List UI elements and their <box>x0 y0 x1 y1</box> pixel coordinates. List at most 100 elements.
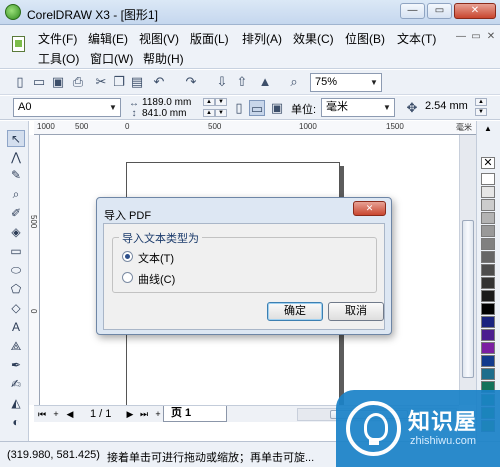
palette-scroll-up-icon[interactable]: ▲ <box>481 125 495 133</box>
ruler-tick-label: 1500 <box>386 122 404 131</box>
outline-tool-icon[interactable]: ✍ <box>7 376 25 393</box>
menu-bitmaps[interactable]: 位图(B) <box>345 30 385 47</box>
close-button[interactable]: ✕ <box>454 3 496 19</box>
menu-file[interactable]: 文件(F) <box>38 30 77 47</box>
page-height-field[interactable]: 841.0 mm <box>142 108 186 119</box>
shape-tool-icon[interactable]: ⋀ <box>7 149 25 166</box>
color-swatch[interactable] <box>481 264 495 276</box>
menu-text[interactable]: 文本(T) <box>397 30 436 47</box>
smart-fill-tool-icon[interactable]: ◈ <box>7 224 25 241</box>
height-spin-up[interactable]: ▲ <box>203 109 215 117</box>
radio-text[interactable] <box>122 251 133 262</box>
add-page-before-button[interactable]: + <box>50 408 62 420</box>
menu-view[interactable]: 视图(V) <box>139 30 179 47</box>
radio-curves[interactable] <box>122 272 133 283</box>
copy-icon[interactable]: ❐ <box>111 74 127 90</box>
color-swatch[interactable] <box>481 225 495 237</box>
color-swatch[interactable] <box>481 342 495 354</box>
tab-page-1[interactable]: 页 1 <box>163 406 227 422</box>
print-icon[interactable]: ⎙ <box>70 74 86 90</box>
crop-tool-icon[interactable]: ✎ <box>7 167 25 184</box>
color-swatch[interactable] <box>481 290 495 302</box>
interactive-blend-tool-icon[interactable]: ⟁ <box>7 338 25 355</box>
color-swatch[interactable] <box>481 329 495 341</box>
doc-close-button[interactable]: ✕ <box>485 31 497 43</box>
first-page-button[interactable]: ⏮ <box>36 408 48 420</box>
cancel-button[interactable]: 取消 <box>328 302 384 321</box>
width-spin-down[interactable]: ▼ <box>215 98 227 106</box>
text-tool-icon[interactable]: A <box>7 319 25 336</box>
minimize-button[interactable]: — <box>400 3 425 19</box>
color-swatch[interactable] <box>481 303 495 315</box>
doc-minimize-button[interactable]: — <box>455 31 467 43</box>
landscape-icon[interactable]: ▭ <box>249 100 265 116</box>
eyedropper-tool-icon[interactable]: ✒ <box>7 357 25 374</box>
height-spin-down[interactable]: ▼ <box>215 109 227 117</box>
last-page-button[interactable]: ⏭ <box>138 408 150 420</box>
nudge-field[interactable]: 2.54 mm <box>421 98 473 117</box>
color-swatch[interactable] <box>481 355 495 367</box>
freehand-tool-icon[interactable]: ✐ <box>7 205 25 222</box>
undo-icon[interactable]: ↶ <box>151 74 167 90</box>
all-pages-icon[interactable]: ▣ <box>269 100 285 116</box>
color-swatch[interactable] <box>481 238 495 250</box>
import-icon[interactable]: ⇩ <box>214 74 230 90</box>
cut-icon[interactable]: ✂ <box>93 74 109 90</box>
dialog-close-button[interactable]: ✕ <box>353 201 386 216</box>
maximize-button[interactable]: ▭ <box>427 3 452 19</box>
new-icon[interactable]: ▯ <box>12 74 28 90</box>
page-width-field[interactable]: 1189.0 mm <box>142 97 191 108</box>
nudge-spin-up[interactable]: ▲ <box>475 98 487 106</box>
paste-icon[interactable]: ▤ <box>129 74 145 90</box>
rectangle-tool-icon[interactable]: ▭ <box>7 243 25 260</box>
radio-curves-label[interactable]: 曲线(C) <box>138 271 175 287</box>
color-swatch[interactable] <box>481 186 495 198</box>
menu-window[interactable]: 窗口(W) <box>90 50 133 67</box>
menu-effects[interactable]: 效果(C) <box>293 30 334 47</box>
ok-button[interactable]: 确定 <box>267 302 323 321</box>
vertical-scrollbar[interactable] <box>459 135 476 405</box>
pick-tool-icon[interactable]: ↖ <box>7 130 25 147</box>
vertical-scrollbar-thumb[interactable] <box>462 220 474 378</box>
color-swatch[interactable] <box>481 212 495 224</box>
color-swatch[interactable] <box>481 251 495 263</box>
launcher-icon[interactable]: ▲ <box>257 74 273 90</box>
vertical-ruler[interactable]: 500 0 <box>29 135 40 405</box>
units-combo[interactable]: 毫米 ▼ <box>321 98 395 117</box>
previous-page-button[interactable]: ◀ <box>64 408 76 420</box>
ruler-tick-label: 500 <box>29 215 38 229</box>
doc-restore-button[interactable]: ▭ <box>470 31 482 43</box>
watermark-subtitle: zhishiwu.com <box>410 435 477 447</box>
zoom-tool-icon[interactable]: ⌕ <box>7 186 25 203</box>
save-icon[interactable]: ▣ <box>50 74 66 90</box>
zoom-level-combo[interactable]: 75% ▼ <box>310 73 382 92</box>
zoom-icon[interactable]: ⌕ <box>286 74 302 90</box>
width-spin-up[interactable]: ▲ <box>203 98 215 106</box>
color-swatch[interactable] <box>481 316 495 328</box>
basic-shapes-tool-icon[interactable]: ◇ <box>7 300 25 317</box>
menu-edit[interactable]: 编辑(E) <box>88 30 128 47</box>
color-swatch[interactable] <box>481 368 495 380</box>
radio-text-label[interactable]: 文本(T) <box>138 250 174 266</box>
interactive-fill-tool-icon[interactable]: ◐ <box>7 414 25 431</box>
nudge-spin-down[interactable]: ▼ <box>475 108 487 116</box>
color-swatch[interactable] <box>481 199 495 211</box>
next-page-button[interactable]: ▶ <box>124 408 136 420</box>
menu-help[interactable]: 帮助(H) <box>143 50 184 67</box>
menu-tools[interactable]: 工具(O) <box>38 50 79 67</box>
open-icon[interactable]: ▭ <box>31 74 47 90</box>
portrait-icon[interactable]: ▯ <box>231 100 247 116</box>
ellipse-tool-icon[interactable]: ⬭ <box>7 262 25 279</box>
text-type-group: 导入文本类型为 文本(T) 曲线(C) <box>112 230 377 293</box>
menu-arrange[interactable]: 排列(A) <box>242 30 282 47</box>
menu-layout[interactable]: 版面(L) <box>190 30 229 47</box>
no-color-swatch[interactable]: ✕ <box>481 157 495 169</box>
fill-tool-icon[interactable]: ◭ <box>7 395 25 412</box>
polygon-tool-icon[interactable]: ⬠ <box>7 281 25 298</box>
redo-icon[interactable]: ↷ <box>183 74 199 90</box>
paper-size-combo[interactable]: A0 ▼ <box>13 98 121 117</box>
color-swatch[interactable] <box>481 277 495 289</box>
export-icon[interactable]: ⇧ <box>234 74 250 90</box>
horizontal-ruler[interactable]: 1000 500 0 500 1000 1500 毫米 <box>34 121 476 135</box>
color-swatch[interactable] <box>481 173 495 185</box>
